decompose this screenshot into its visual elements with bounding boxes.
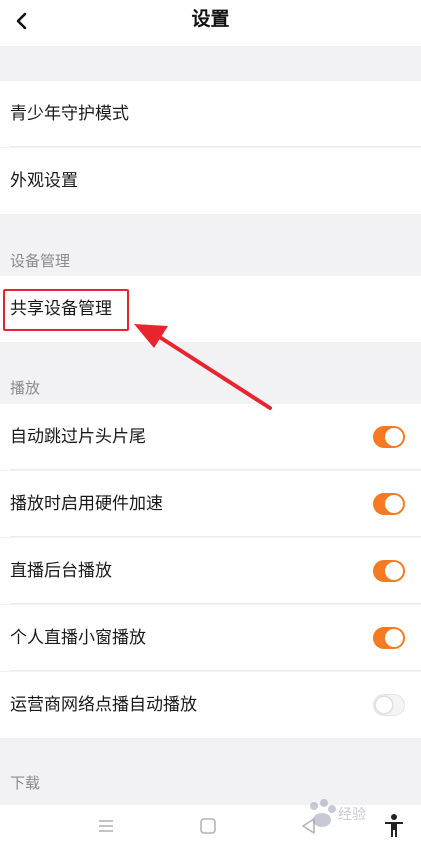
settings-item-label: 运营商网络点播自动播放 [10, 695, 197, 715]
header: 设置 [0, 0, 421, 46]
toggle-knob [385, 562, 403, 580]
toggle-switch[interactable] [373, 627, 405, 649]
paw-logo-icon [310, 799, 336, 827]
settings-item-hw-accel: 播放时启用硬件加速 [0, 471, 421, 537]
toggle-switch[interactable] [373, 694, 405, 716]
divider [10, 603, 421, 604]
settings-item-skip-intro: 自动跳过片头片尾 [0, 404, 421, 470]
annotation-highlight-box [3, 289, 129, 331]
section-title-playback: 播放 [10, 379, 41, 397]
section-title-download: 下载 [10, 774, 41, 792]
toggle-knob [385, 495, 403, 513]
toggle-knob [385, 428, 403, 446]
settings-item-label: 个人直播小窗播放 [10, 628, 146, 648]
settings-item-label: 青少年守护模式 [10, 104, 129, 124]
divider [10, 146, 421, 147]
settings-item-cellular-autoplay: 运营商网络点播自动播放 [0, 672, 421, 738]
settings-item-label: 直播后台播放 [10, 561, 112, 581]
toggle-knob [385, 629, 403, 647]
divider [10, 670, 421, 671]
settings-item-label: 播放时启用硬件加速 [10, 494, 163, 514]
divider [10, 536, 421, 537]
toggle-switch[interactable] [373, 426, 405, 448]
settings-item-label: 外观设置 [10, 171, 78, 191]
toggle-switch[interactable] [373, 560, 405, 582]
menu-icon[interactable] [95, 815, 117, 837]
settings-item-live-pip: 个人直播小窗播放 [0, 605, 421, 671]
settings-item-label: 自动跳过片头片尾 [10, 427, 146, 447]
settings-item-live-background: 直播后台播放 [0, 538, 421, 604]
divider [10, 469, 421, 470]
toggle-switch[interactable] [373, 493, 405, 515]
settings-item-appearance[interactable]: 外观设置 [0, 148, 421, 214]
settings-item-youth-mode[interactable]: 青少年守护模式 [0, 81, 421, 147]
section-title-device: 设备管理 [10, 252, 71, 270]
watermark: 经验 [302, 786, 421, 842]
watermark-text: 经验 [338, 807, 366, 823]
toggle-knob [375, 696, 393, 714]
page-title: 设置 [191, 8, 230, 30]
square-icon[interactable] [197, 815, 219, 837]
